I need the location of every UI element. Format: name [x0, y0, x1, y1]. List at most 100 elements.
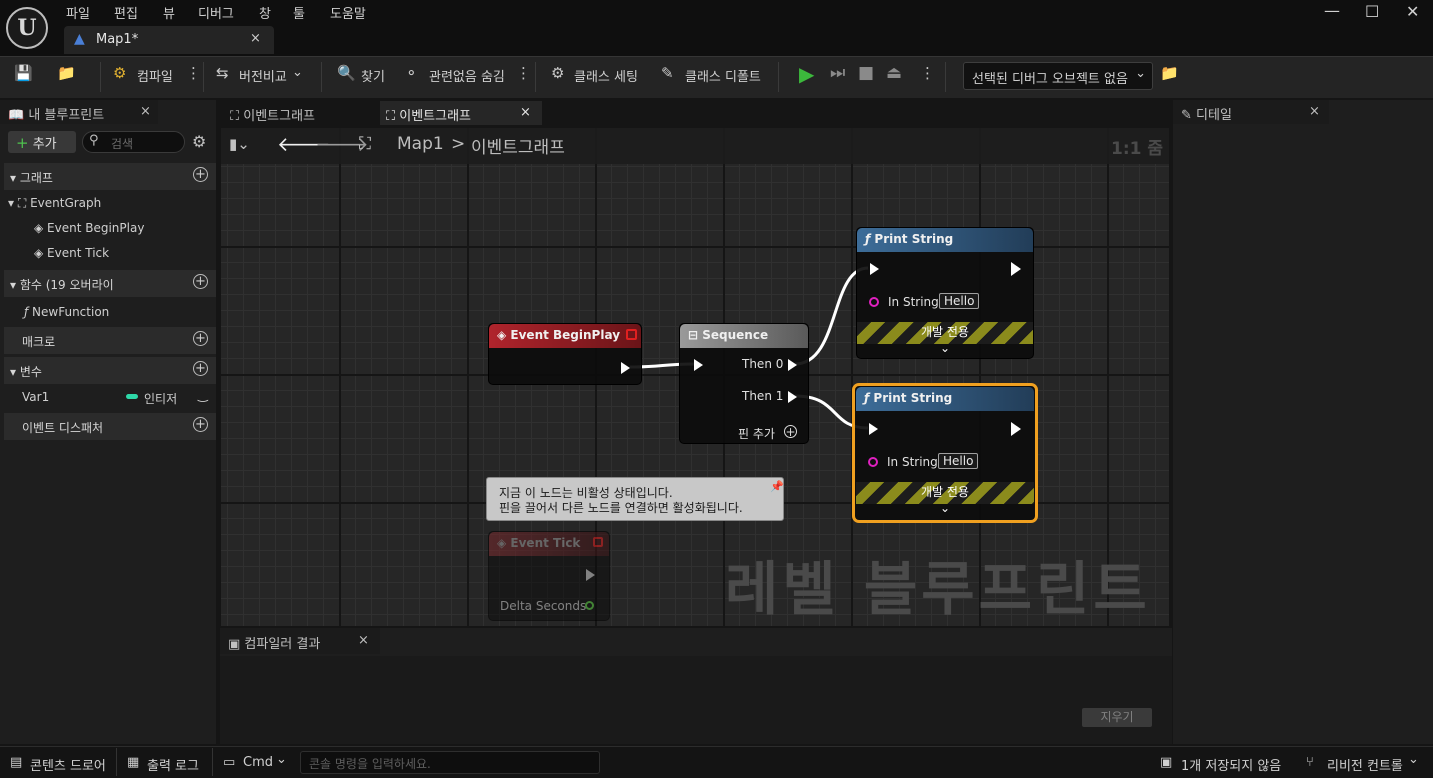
hide-unrelated-button[interactable]: 관련없음 숨김 [429, 66, 505, 85]
section-dispatchers[interactable]: 이벤트 디스패처 + [4, 413, 216, 440]
pin-icon[interactable]: 📌 [770, 480, 784, 493]
find-options-icon[interactable]: ⋮ [516, 64, 531, 82]
exec-then1-pin[interactable] [788, 391, 797, 403]
my-blueprint-tab[interactable]: 📖 내 블루프린트 × [0, 100, 158, 124]
exec-out-pin[interactable] [1011, 422, 1021, 436]
section-functions[interactable]: ▾ 함수 (19 오버라이 + [4, 270, 216, 297]
class-defaults-button[interactable]: 클래스 디폴트 [685, 66, 761, 85]
node-print-string-2[interactable]: ƒ Print String In String Hello 개발 전용 ⌄ [852, 383, 1038, 523]
add-dispatcher-icon[interactable]: + [193, 417, 208, 432]
hide-unrelated-icon[interactable]: ⚬ [405, 64, 418, 82]
add-variable-icon[interactable]: + [193, 361, 208, 376]
debug-browse-icon[interactable]: 📁 [1160, 64, 1179, 82]
exec-out-pin[interactable] [621, 362, 630, 374]
details-tab[interactable]: ✎ 디테일 × [1173, 100, 1329, 124]
compile-icon[interactable]: ⚙ [113, 64, 126, 82]
tree-item-eventgraph[interactable]: ▾ ⛶ EventGraph [8, 196, 101, 211]
diff-icon[interactable]: ⇆ [216, 64, 229, 82]
add-pin-icon[interactable]: + [784, 425, 797, 438]
menu-view[interactable]: 뷰 [163, 3, 175, 22]
browse-icon[interactable]: 📁 [57, 64, 76, 82]
unsaved-status[interactable]: 1개 저장되지 않음 [1181, 755, 1281, 774]
add-function-icon[interactable]: + [193, 274, 208, 289]
debug-object-select[interactable]: 선택된 디버그 오브젝트 없음 ⌄ [963, 62, 1153, 90]
compile-options-icon[interactable]: ⋮ [186, 64, 201, 82]
diff-chevron-down-icon[interactable]: ⌄ [292, 65, 303, 80]
node-event-beginplay[interactable]: ◈ Event BeginPlay [488, 323, 642, 385]
visibility-eye-icon[interactable]: ‿ [198, 388, 208, 402]
eject-icon[interactable]: ⏏ [886, 63, 902, 83]
node-event-tick[interactable]: ◈ Event Tick Delta Seconds [488, 531, 610, 621]
document-tab-close-icon[interactable]: × [250, 31, 261, 46]
content-drawer-button[interactable]: 콘텐츠 드로어 [30, 755, 106, 774]
menu-file[interactable]: 파일 [66, 3, 90, 22]
add-graph-icon[interactable]: + [193, 167, 208, 182]
save-icon[interactable]: 💾 [14, 64, 33, 82]
tab-close-icon[interactable]: × [1309, 104, 1320, 119]
in-string-value[interactable]: Hello [939, 293, 980, 309]
expand-chevron-icon[interactable]: ⌄ [940, 341, 950, 355]
unreal-logo-icon[interactable]: U [6, 7, 48, 49]
play-options-icon[interactable]: ⋮ [920, 64, 935, 82]
tree-item-event-beginplay[interactable]: ◈ Event BeginPlay [34, 221, 144, 235]
string-pin-icon[interactable] [868, 457, 878, 467]
delegate-pin-icon[interactable] [626, 329, 637, 340]
bookmark-icon[interactable]: ▮⌄ [229, 135, 250, 153]
variable-row[interactable]: Var1 인티저 ‿ [22, 388, 212, 406]
minimize-icon[interactable]: — [1324, 1, 1340, 20]
step-icon[interactable]: ⏭ [830, 63, 845, 83]
menu-debug[interactable]: 디버그 [198, 3, 234, 22]
exec-out-pin[interactable] [1011, 262, 1021, 276]
exec-out-pin[interactable] [586, 569, 595, 581]
find-icon[interactable]: 🔍 [337, 64, 356, 82]
exec-then0-pin[interactable] [788, 359, 797, 371]
revision-control-button[interactable]: 리비전 컨트롤 [1327, 755, 1403, 774]
find-button[interactable]: 찾기 [361, 66, 385, 85]
add-macro-icon[interactable]: + [193, 331, 208, 346]
breadcrumb-root[interactable]: Map1 [397, 134, 444, 154]
add-pin-label[interactable]: 핀 추가 [738, 425, 775, 442]
maximize-icon[interactable]: ☐ [1365, 2, 1379, 21]
class-settings-icon[interactable]: ⚙ [551, 64, 564, 82]
tab-eventgraph-2[interactable]: ⛶ 이벤트그래프 × [380, 101, 542, 125]
delegate-pin-icon[interactable] [593, 537, 603, 547]
console-input[interactable]: 콘솔 명령을 입력하세요. [300, 751, 600, 774]
node-print-string-1[interactable]: ƒ Print String In String Hello 개발 전용 ⌄ [856, 227, 1034, 359]
menu-edit[interactable]: 편집 [114, 3, 138, 22]
close-window-icon[interactable]: ✕ [1406, 2, 1419, 21]
settings-gear-icon[interactable]: ⚙ [192, 132, 206, 151]
tree-item-newfunction[interactable]: ƒ NewFunction [24, 305, 109, 319]
revision-chevron-down-icon[interactable]: ⌄ [1408, 752, 1419, 767]
diff-button[interactable]: 버전비교 [239, 66, 287, 85]
cmd-select[interactable]: Cmd [243, 755, 273, 770]
menu-window[interactable]: 창 [259, 3, 271, 22]
menu-tools[interactable]: 툴 [293, 3, 305, 22]
stop-icon[interactable]: ■ [858, 63, 874, 83]
tree-item-event-tick[interactable]: ◈ Event Tick [34, 246, 109, 260]
search-input[interactable]: ⚲ 검색 [82, 131, 185, 153]
exec-in-pin[interactable] [694, 359, 703, 371]
clear-button[interactable]: 지우기 [1082, 708, 1152, 727]
float-pin-icon[interactable] [585, 601, 594, 610]
section-variables[interactable]: ▾ 변수 + [4, 357, 216, 384]
cmd-chevron-down-icon[interactable]: ⌄ [276, 752, 287, 767]
expand-chevron-icon[interactable]: ⌄ [940, 501, 950, 515]
add-button[interactable]: + 추가 [8, 131, 76, 153]
tab-close-icon[interactable]: × [140, 104, 151, 119]
document-tab[interactable]: ▲ Map1* × [64, 26, 274, 54]
node-sequence[interactable]: ⊟ Sequence Then 0 Then 1 핀 추가 + [679, 323, 809, 444]
play-icon[interactable]: ▶ [799, 62, 814, 86]
exec-in-pin[interactable] [869, 423, 878, 435]
tab-close-icon[interactable]: × [520, 105, 531, 120]
section-macros[interactable]: 매크로 + [4, 327, 216, 354]
compiler-results-tab[interactable]: ▣ 컴파일러 결과 × [220, 628, 380, 654]
compile-button[interactable]: 컴파일 [137, 66, 173, 85]
tab-eventgraph-1[interactable]: ⛶ 이벤트그래프 [224, 101, 374, 125]
class-settings-button[interactable]: 클래스 세팅 [574, 66, 638, 85]
exec-in-pin[interactable] [870, 263, 879, 275]
menu-help[interactable]: 도움말 [330, 3, 366, 22]
section-graph[interactable]: ▾ 그래프 + [4, 163, 216, 190]
string-pin-icon[interactable] [869, 297, 879, 307]
class-defaults-icon[interactable]: ✎ [661, 64, 674, 82]
tab-close-icon[interactable]: × [358, 633, 369, 648]
